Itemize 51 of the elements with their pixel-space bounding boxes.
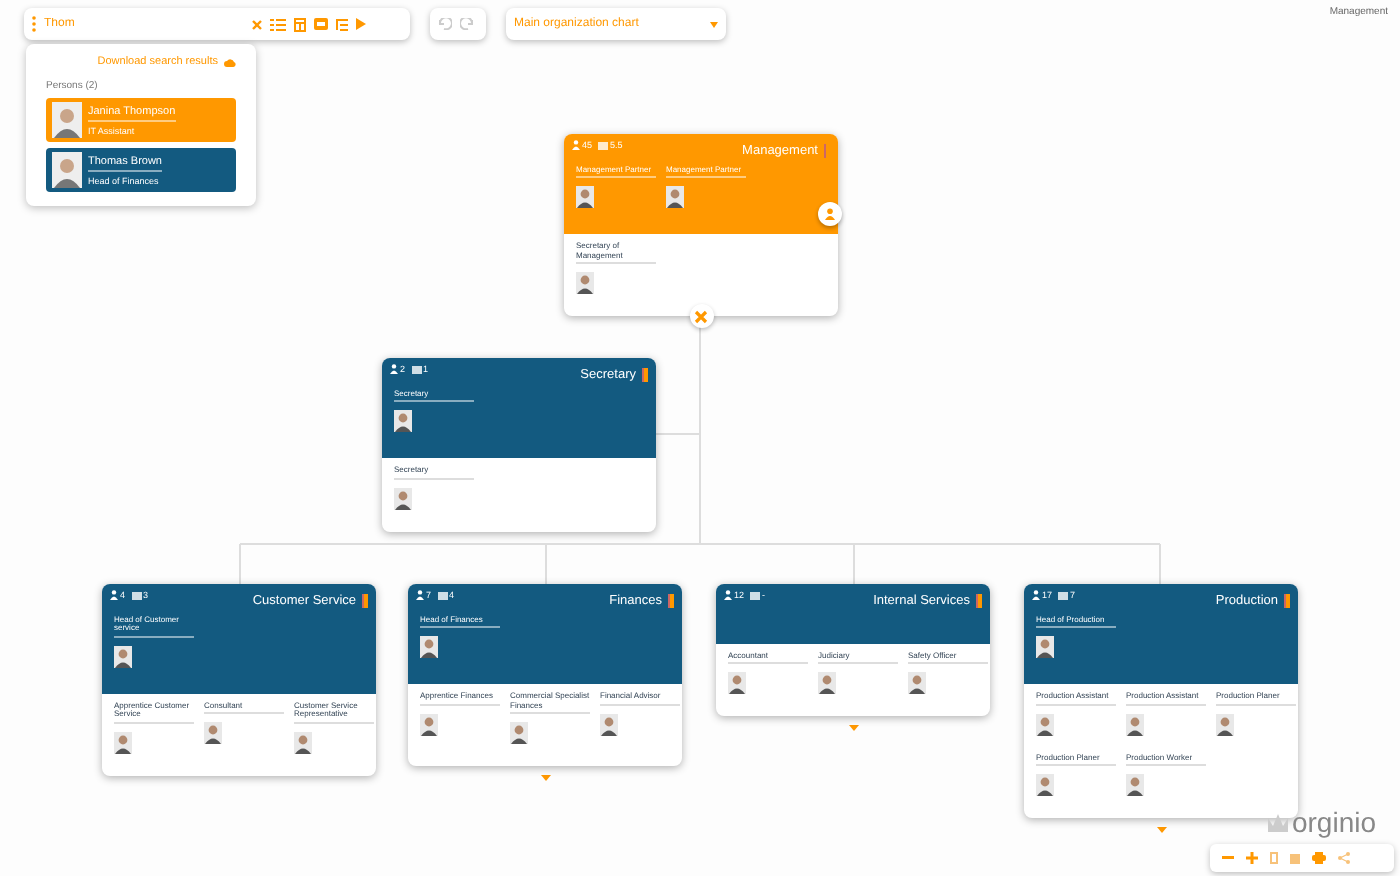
avatar-icon: [510, 722, 528, 745]
expand-chevron-icon[interactable]: [847, 724, 859, 733]
avatar-icon: [420, 636, 438, 659]
avatar-icon: [1036, 713, 1054, 736]
person-icon: [824, 208, 836, 220]
avatar-icon: [394, 487, 412, 510]
avatar-icon: [394, 410, 412, 433]
menu-icon[interactable]: [976, 594, 982, 608]
avatar-icon: [420, 713, 438, 736]
avatar-icon: [1036, 774, 1054, 797]
avatar-icon: [600, 713, 618, 736]
avatar-icon: [114, 731, 132, 754]
print-icon[interactable]: [1312, 852, 1326, 864]
avatar-icon: [1036, 636, 1054, 659]
avatar-icon: [1126, 713, 1144, 736]
menu-icon[interactable]: [668, 594, 674, 608]
avatar-icon: [294, 731, 312, 754]
avatar-icon: [204, 722, 222, 745]
menu-icon[interactable]: [362, 594, 368, 608]
avatar-icon: [1216, 713, 1234, 736]
menu-icon[interactable]: [1284, 594, 1290, 608]
expand-chevron-icon[interactable]: [1155, 826, 1167, 835]
avatar-icon: [666, 186, 684, 209]
menu-icon[interactable]: [642, 368, 648, 382]
close-icon: [694, 309, 708, 324]
play-icon[interactable]: [356, 18, 366, 30]
avatar-icon: [52, 152, 82, 188]
avatar-icon: [52, 102, 82, 138]
avatar-icon: [114, 645, 132, 668]
expand-chevron-icon[interactable]: [539, 774, 551, 783]
share-icon[interactable]: [1338, 852, 1350, 864]
redo-icon[interactable]: [460, 18, 474, 30]
cloud-icon: [224, 57, 236, 67]
card-icon[interactable]: [314, 18, 328, 30]
avatar-icon: [908, 672, 926, 695]
avatar-icon: [1126, 774, 1144, 797]
avatar-icon: [728, 672, 746, 695]
fit-icon[interactable]: [1270, 852, 1278, 864]
zoom-in-button[interactable]: [1246, 852, 1258, 864]
avatar-icon: [576, 186, 594, 209]
undo-icon[interactable]: [438, 18, 452, 30]
table-icon[interactable]: [294, 17, 306, 31]
outline-icon[interactable]: [336, 17, 348, 31]
fullscreen-icon[interactable]: [1290, 853, 1300, 863]
avatar-icon: [818, 672, 836, 695]
list-icon[interactable]: [270, 17, 286, 31]
caret-icon: [710, 21, 718, 27]
menu-icon[interactable]: [824, 144, 830, 158]
add-person-button[interactable]: [818, 202, 842, 226]
avatar-icon: [576, 272, 594, 295]
close-icon[interactable]: [252, 19, 262, 29]
